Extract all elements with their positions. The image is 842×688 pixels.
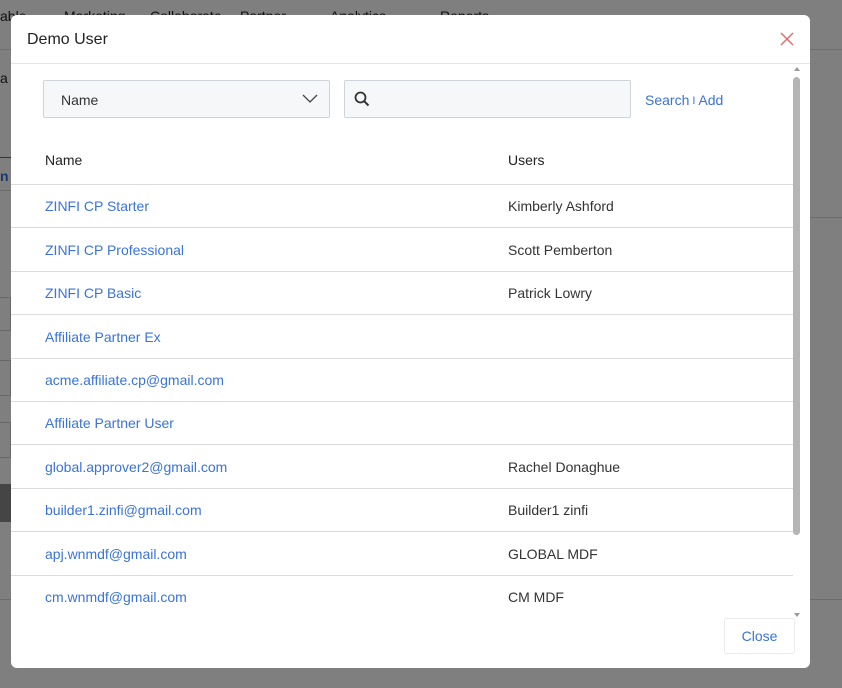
header-users: Users bbox=[508, 152, 545, 168]
modal-header: Demo User bbox=[11, 15, 810, 64]
table-row: ZINFI CP Basic Patrick Lowry bbox=[11, 272, 793, 315]
scroll-thumb[interactable] bbox=[793, 77, 800, 535]
row-users: Kimberly Ashford bbox=[508, 198, 614, 214]
row-name-link[interactable]: Affiliate Partner Ex bbox=[45, 329, 161, 345]
search-link[interactable]: Search bbox=[645, 92, 689, 108]
row-name-link[interactable]: Affiliate Partner User bbox=[45, 415, 174, 431]
search-input[interactable] bbox=[377, 87, 625, 111]
row-name-link[interactable]: ZINFI CP Basic bbox=[45, 285, 141, 301]
search-add-links: Search I Add bbox=[645, 92, 723, 108]
add-link[interactable]: Add bbox=[698, 92, 723, 108]
table-header: Name Users bbox=[11, 136, 793, 185]
row-users: CM MDF bbox=[508, 589, 564, 605]
row-name-link[interactable]: cm.wnmdf@gmail.com bbox=[45, 589, 187, 605]
filter-selected-value: Name bbox=[61, 92, 99, 108]
row-name-link[interactable]: apj.wnmdf@gmail.com bbox=[45, 546, 187, 562]
demo-user-modal: Demo User Name Search I Add Name Users Z… bbox=[11, 15, 810, 668]
table-row: Affiliate Partner Ex bbox=[11, 316, 793, 359]
header-name: Name bbox=[45, 152, 83, 168]
search-icon bbox=[353, 90, 371, 108]
filter-field-select[interactable]: Name bbox=[43, 80, 330, 118]
row-name-link[interactable]: builder1.zinfi@gmail.com bbox=[45, 502, 202, 518]
modal-title: Demo User bbox=[27, 31, 108, 48]
scroll-down-arrow-icon[interactable] bbox=[794, 613, 800, 617]
row-users: Patrick Lowry bbox=[508, 285, 593, 301]
table-row: ZINFI CP Starter Kimberly Ashford bbox=[11, 185, 793, 228]
row-name-link[interactable]: ZINFI CP Starter bbox=[45, 198, 149, 214]
close-icon[interactable] bbox=[777, 29, 797, 49]
scroll-up-arrow-icon[interactable] bbox=[794, 67, 800, 71]
table-scrollbar[interactable] bbox=[792, 65, 802, 619]
table-row: acme.affiliate.cp@gmail.com bbox=[11, 359, 793, 402]
search-field[interactable] bbox=[344, 80, 631, 118]
row-users: Builder1 zinfi bbox=[508, 502, 589, 518]
row-name-link[interactable]: ZINFI CP Professional bbox=[45, 242, 184, 258]
chevron-down-icon bbox=[301, 92, 319, 106]
close-button[interactable]: Close bbox=[724, 618, 795, 654]
row-users: Rachel Donaghue bbox=[508, 459, 621, 475]
table-row: Affiliate Partner User bbox=[11, 402, 793, 445]
table-row: builder1.zinfi@gmail.com Builder1 zinfi bbox=[11, 489, 793, 532]
row-users: Scott Pemberton bbox=[508, 242, 613, 258]
table-row: apj.wnmdf@gmail.com GLOBAL MDF bbox=[11, 533, 793, 576]
table-row: ZINFI CP Professional Scott Pemberton bbox=[11, 229, 793, 272]
link-separator: I bbox=[692, 95, 696, 107]
row-users: GLOBAL MDF bbox=[508, 546, 598, 562]
table-row: global.approver2@gmail.com Rachel Donagh… bbox=[11, 446, 793, 489]
table-row: cm.wnmdf@gmail.com CM MDF bbox=[11, 576, 793, 609]
row-name-link[interactable]: acme.affiliate.cp@gmail.com bbox=[45, 372, 224, 388]
users-table: Name Users ZINFI CP Starter Kimberly Ash… bbox=[11, 136, 793, 609]
row-name-link[interactable]: global.approver2@gmail.com bbox=[45, 459, 227, 475]
